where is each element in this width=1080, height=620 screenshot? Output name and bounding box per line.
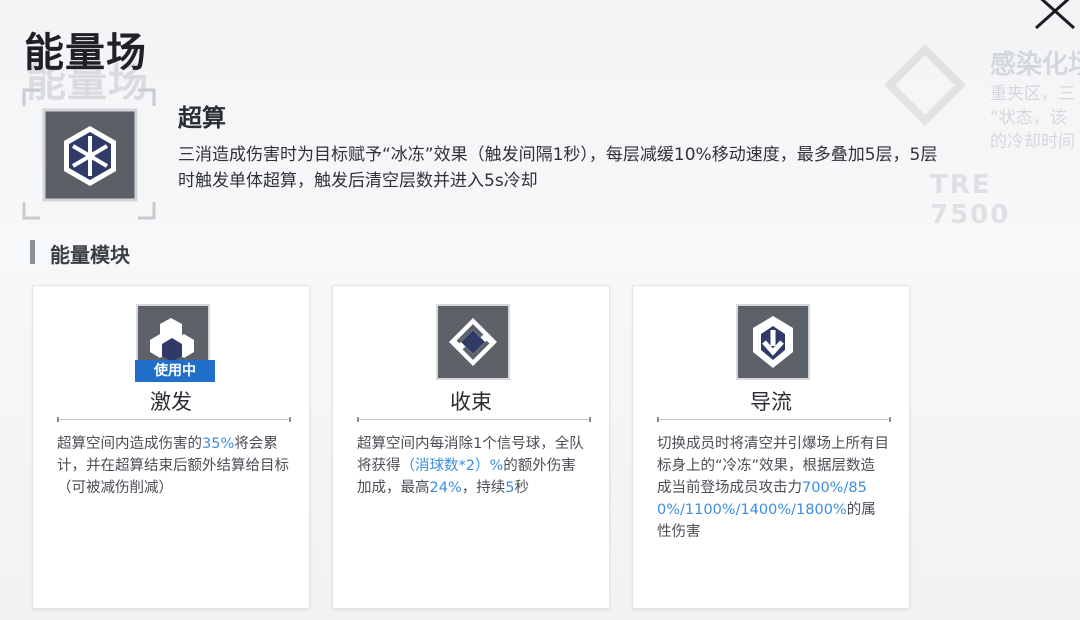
- highlight-value: （消球数*2）%: [400, 458, 504, 474]
- module-icon-box: [436, 304, 510, 380]
- module-icon-box: 使用中: [135, 304, 215, 382]
- module-card-excite[interactable]: 使用中 激发 超算空间内造成伤害的35%将会累计，并在超算结束后额外结算给目标（…: [32, 285, 310, 609]
- highlight-value: 24%: [429, 480, 462, 496]
- module-name: 收束: [450, 390, 492, 414]
- highlight-value: 35%: [202, 436, 235, 452]
- close-icon: [1034, 0, 1076, 30]
- divider: [357, 417, 591, 422]
- close-button[interactable]: [1030, 0, 1080, 30]
- interlock-diamond-icon: [449, 318, 497, 366]
- section-marker: [30, 240, 35, 264]
- module-description: 超算空间内造成伤害的35%将会累计，并在超算结束后额外结算给目标（可被减伤削减）: [57, 433, 289, 499]
- divider: [57, 417, 291, 422]
- skill-icon-frame: [22, 88, 156, 220]
- module-description: 切换成员时将清空并引爆场上所有目标身上的“冷冻”效果，根据层数造成当前登场成员攻…: [657, 433, 889, 543]
- module-description: 超算空间内每消除1个信号球，全队将获得（消球数*2）%的额外伤害加成，最高24%…: [357, 433, 589, 499]
- in-use-badge: 使用中: [135, 360, 215, 382]
- module-card-converge[interactable]: 收束 超算空间内每消除1个信号球，全队将获得（消球数*2）%的额外伤害加成，最高…: [332, 285, 610, 609]
- module-card-diversion[interactable]: 导流 切换成员时将清空并引爆场上所有目标身上的“冷冻”效果，根据层数造成当前登场…: [632, 285, 910, 609]
- background-card-number: TRE 7500: [930, 170, 1011, 230]
- module-name: 激发: [150, 390, 192, 414]
- description-text: 超算空间内造成伤害的: [57, 436, 202, 452]
- skill-description: 三消造成伤害时为目标赋予“冰冻”效果（触发间隔1秒），每层减缓10%移动速度，最…: [178, 145, 938, 191]
- divider: [657, 417, 891, 422]
- arrow-down-shield-icon: [753, 316, 793, 368]
- page-title: 能量场: [24, 30, 147, 76]
- description-text: ，持续: [461, 480, 506, 496]
- description-text: 秒: [514, 480, 529, 496]
- module-icon-box: [736, 304, 810, 380]
- background-card-title: 感染化场: [990, 50, 1080, 80]
- skill-name: 超算: [178, 104, 226, 132]
- background-card-text: 重夹区，三 “状态，该 的冷却时间: [990, 84, 1075, 152]
- background-diamond-decoration: [880, 40, 970, 130]
- section-title: 能量模块: [50, 243, 130, 267]
- module-name: 导流: [750, 390, 792, 414]
